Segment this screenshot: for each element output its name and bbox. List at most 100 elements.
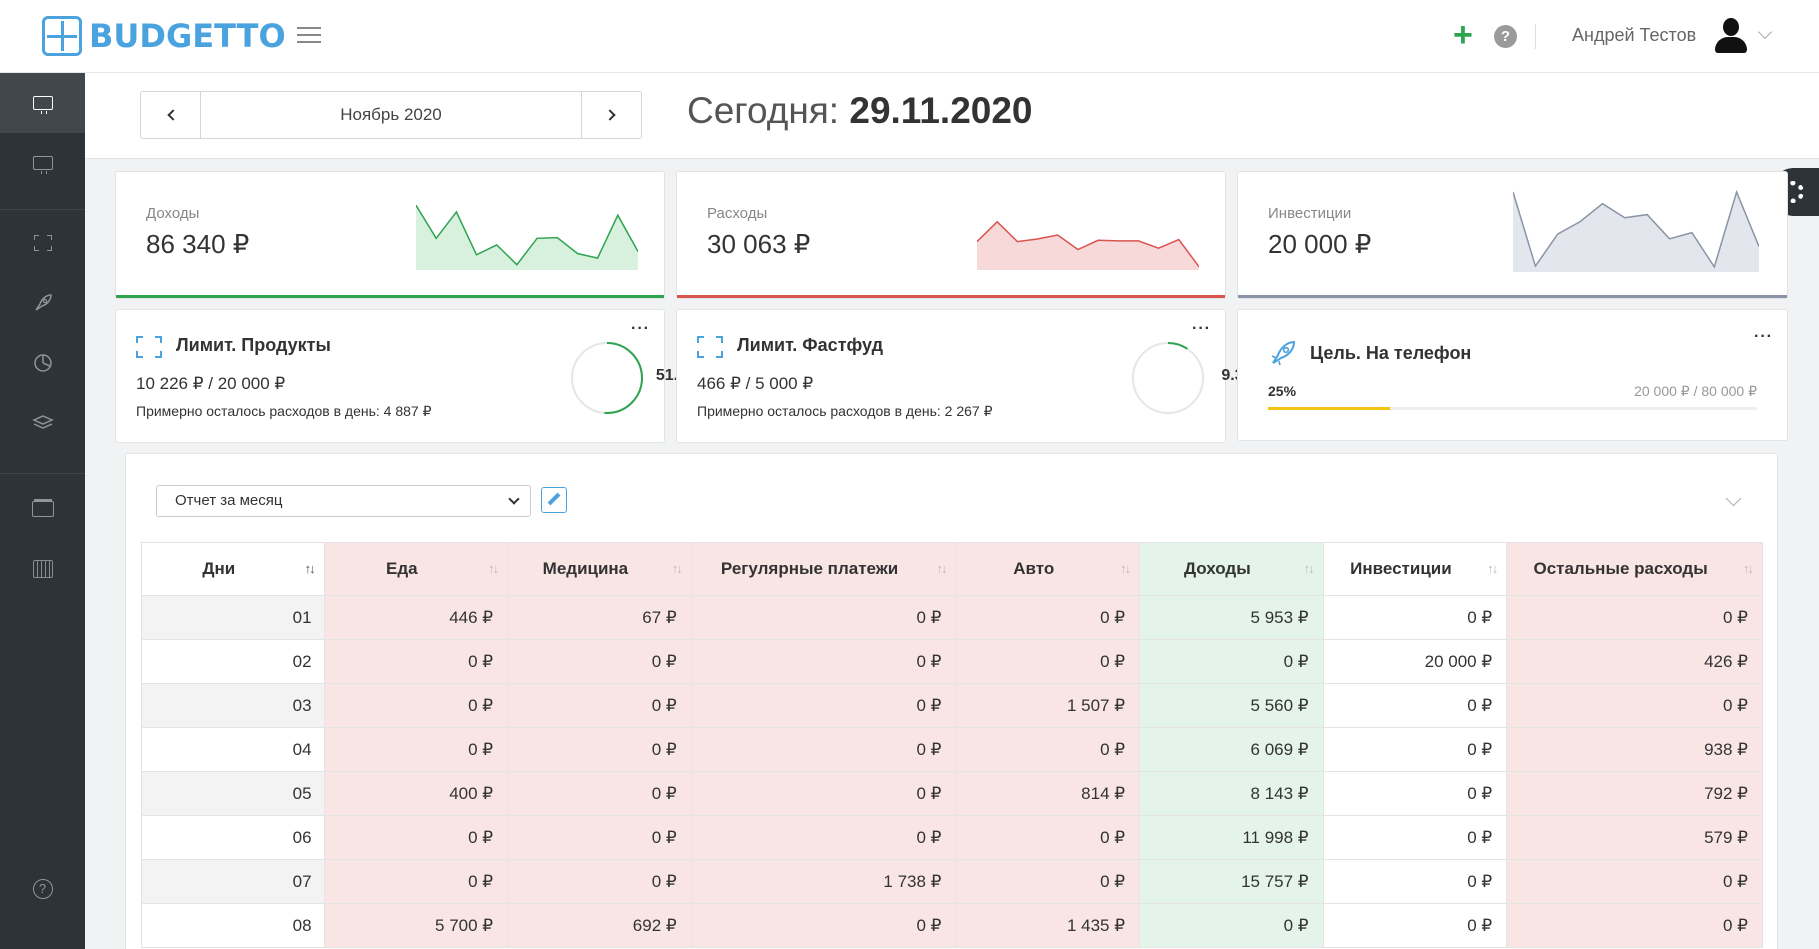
amount-cell: 0 ₽ (1322, 815, 1508, 860)
ring-track (1132, 342, 1204, 414)
column-header-days[interactable]: Дни ↑↓ (141, 542, 325, 596)
goal-percent: 25% (1268, 383, 1297, 399)
date-bar: Ноябрь 2020 Сегодня: 29.11.2020 (85, 73, 1819, 159)
report-panel: Отчет за месяц Дни ↑↓ Еда ↑↓ Медицина ↑↓ Ре… (125, 453, 1778, 949)
expenses-card[interactable]: Расходы 30 063 ₽ (676, 171, 1226, 299)
investments-sparkline (1513, 190, 1759, 272)
prev-month-button[interactable] (141, 92, 201, 138)
today-date: 29.11.2020 (849, 90, 1033, 131)
report-type-select[interactable]: Отчет за месяц (156, 485, 531, 517)
column-header-medicine[interactable]: Медицина ↑↓ (507, 542, 692, 596)
more-options-icon[interactable]: ··· (1192, 320, 1211, 338)
income-card[interactable]: Доходы 86 340 ₽ (115, 171, 665, 299)
column-header-auto[interactable]: Авто ↑↓ (955, 542, 1141, 596)
amount-cell: 0 ₽ (1322, 727, 1508, 772)
help-button[interactable]: ? (1494, 25, 1517, 48)
amount-cell: 0 ₽ (1139, 903, 1324, 948)
user-menu-chevron-down-icon[interactable] (1757, 24, 1773, 40)
add-transaction-button[interactable]: + (1453, 18, 1473, 52)
amount-cell: 0 ₽ (1506, 859, 1763, 904)
more-options-icon[interactable]: ··· (1754, 328, 1773, 346)
amount-cell: 0 ₽ (507, 815, 692, 860)
next-month-button[interactable] (581, 92, 641, 138)
stat-label: Расходы (707, 205, 768, 222)
dashboard-icon (32, 96, 53, 114)
day-cell: 02 (141, 639, 325, 684)
edit-report-button[interactable] (541, 487, 567, 513)
amount-cell: 0 ₽ (507, 771, 692, 816)
expenses-sparkline (977, 220, 1199, 270)
sidebar-item-categories[interactable] (0, 393, 85, 453)
report-type-value: Отчет за месяц (175, 492, 283, 509)
goal-title: Цель. На телефон (1310, 343, 1472, 363)
amount-cell: 0 ₽ (1322, 771, 1508, 816)
sidebar-item-dashboard[interactable] (0, 73, 85, 133)
sort-icon[interactable]: ↑↓ (1487, 561, 1498, 576)
menu-toggle-icon[interactable] (297, 27, 321, 45)
amount-cell: 0 ₽ (955, 639, 1141, 684)
table-header-row: Дни ↑↓ Еда ↑↓ Медицина ↑↓ Регулярные платеж… (141, 542, 1763, 596)
collapse-chevron-icon[interactable] (1725, 490, 1742, 507)
day-cell: 07 (141, 859, 325, 904)
divider (1535, 24, 1536, 49)
brand-name: BUDGETTO (89, 17, 286, 55)
amount-cell: 0 ₽ (1139, 639, 1324, 684)
column-header-investments[interactable]: Инвестиции ↑↓ (1322, 542, 1508, 596)
amount-cell: 400 ₽ (323, 771, 509, 816)
sort-icon[interactable]: ↑↓ (305, 561, 316, 576)
table-row: 06 0 ₽0 ₽0 ₽0 ₽11 998 ₽0 ₽579 ₽ (141, 815, 1763, 860)
top-bar: BUDGETTO + ? Андрей Тестов (0, 0, 1819, 73)
day-cell: 01 (141, 595, 325, 640)
amount-cell: 0 ₽ (323, 727, 509, 772)
amount-cell: 8 143 ₽ (1139, 771, 1324, 816)
sparkline-area (1513, 192, 1759, 272)
current-month[interactable]: Ноябрь 2020 (201, 92, 581, 138)
amount-cell: 11 998 ₽ (1139, 815, 1324, 860)
sort-icon[interactable]: ↑↓ (488, 561, 499, 576)
calendar-icon (32, 560, 53, 578)
amount-cell: 0 ₽ (507, 683, 692, 728)
amount-cell: 1 738 ₽ (690, 859, 957, 904)
investments-card[interactable]: Инвестиции 20 000 ₽ (1237, 171, 1788, 299)
goals-rocket-icon (1271, 340, 1296, 366)
day-cell: 03 (141, 683, 325, 728)
sidebar-item-accounts[interactable] (0, 479, 85, 539)
more-options-icon[interactable]: ··· (631, 320, 650, 338)
goal-card-phone[interactable]: Цель. На телефон ··· 25% 20 000 ₽ / 80 0… (1237, 309, 1788, 441)
limit-progress-ring: 9.32% (1130, 340, 1267, 416)
logo[interactable]: BUDGETTO (42, 16, 286, 56)
sidebar-item-limits[interactable] (0, 213, 85, 273)
avatar[interactable] (1714, 18, 1748, 54)
report-table: Дни ↑↓ Еда ↑↓ Медицина ↑↓ Регулярные платеж… (141, 542, 1763, 948)
today-label: Сегодня: (687, 90, 840, 131)
limit-title: Лимит. Продукты (176, 335, 331, 355)
amount-cell: 792 ₽ (1506, 771, 1763, 816)
sort-icon[interactable]: ↑↓ (1743, 561, 1754, 576)
amount-cell: 0 ₽ (955, 815, 1141, 860)
sort-icon[interactable]: ↑↓ (937, 561, 948, 576)
goal-progress-bar (1268, 407, 1757, 410)
column-header-other-expenses[interactable]: Остальные расходы ↑↓ (1506, 542, 1763, 596)
sidebar-item-reports[interactable] (0, 333, 85, 393)
sidebar-item-calendar[interactable] (0, 539, 85, 599)
amount-cell: 6 069 ₽ (1139, 727, 1324, 772)
sort-icon[interactable]: ↑↓ (1120, 561, 1131, 576)
column-header-food[interactable]: Еда ↑↓ (323, 542, 509, 596)
limit-card-products[interactable]: Лимит. Продукты 10 226 ₽ / 20 000 ₽ Прим… (115, 309, 710, 443)
sort-icon[interactable]: ↑↓ (1304, 561, 1315, 576)
sidebar-item-goals[interactable] (0, 273, 85, 333)
amount-cell: 0 ₽ (690, 595, 957, 640)
user-name[interactable]: Андрей Тестов (1572, 25, 1696, 46)
stat-value: 30 063 ₽ (707, 229, 811, 259)
column-header-regular-payments[interactable]: Регулярные платежи ↑↓ (690, 542, 957, 596)
limit-card-fastfood[interactable]: Лимит. Фастфуд 466 ₽ / 5 000 ₽ Примерно … (676, 309, 1267, 443)
today-heading: Сегодня: 29.11.2020 (687, 90, 1033, 132)
sidebar-item-board[interactable] (0, 133, 85, 193)
amount-cell: 67 ₽ (507, 595, 692, 640)
column-header-income[interactable]: Доходы ↑↓ (1139, 542, 1324, 596)
amount-cell: 0 ₽ (323, 683, 509, 728)
limit-daily-note: Примерно осталось расходов в день: 2 267… (697, 403, 993, 419)
sort-icon[interactable]: ↑↓ (672, 561, 683, 576)
amount-cell: 20 000 ₽ (1322, 639, 1508, 684)
sidebar-item-help[interactable]: ? (0, 859, 85, 919)
